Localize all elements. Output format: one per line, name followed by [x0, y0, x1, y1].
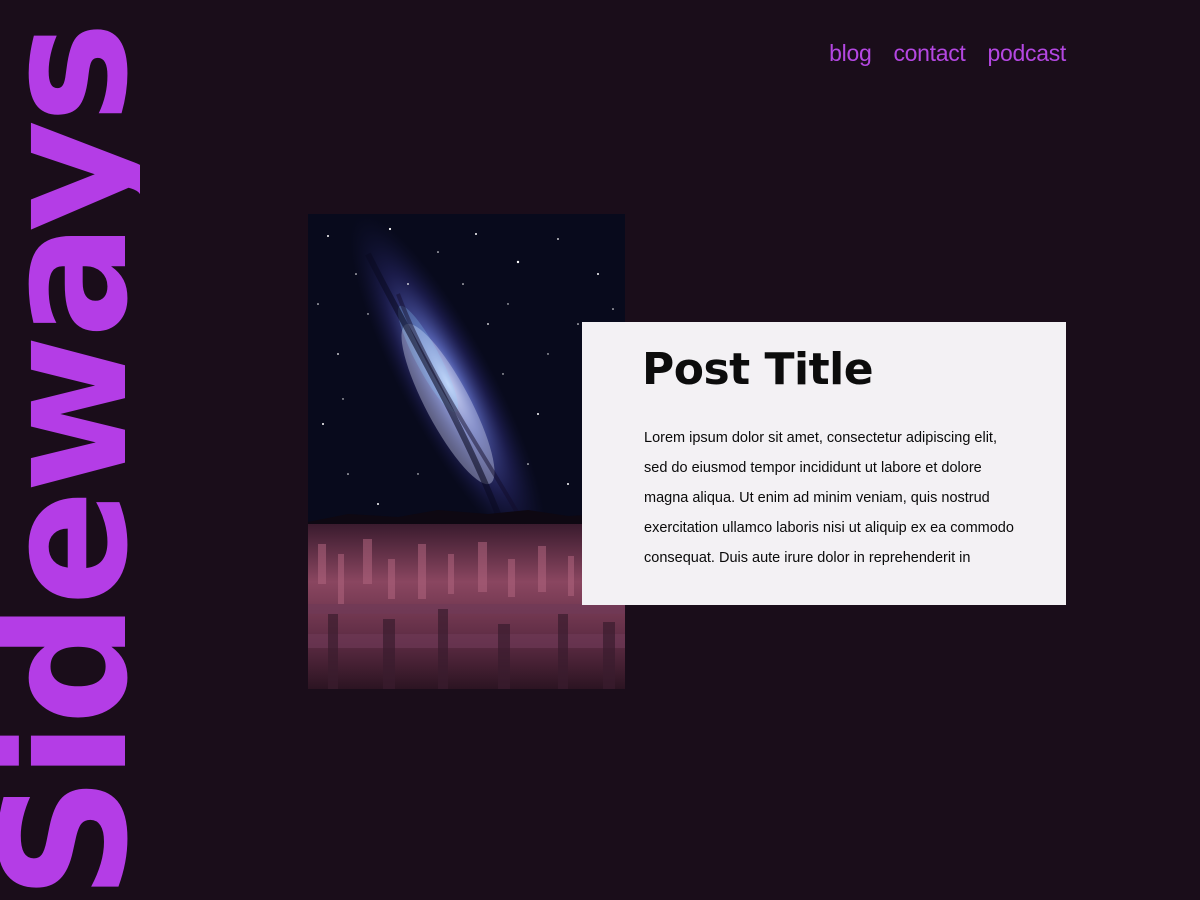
post-title[interactable]: Post Title [642, 344, 874, 396]
post-card: Post Title Lorem ipsum dolor sit amet, c… [582, 322, 1066, 605]
main-nav: blog contact podcast [829, 40, 1066, 67]
nav-link-contact[interactable]: contact [893, 40, 965, 67]
brand-name: Sideways [0, 25, 140, 900]
brand-wordmark[interactable]: Sideways [0, 0, 140, 900]
night-sky-canyon-image [308, 214, 625, 689]
post-excerpt: Lorem ipsum dolor sit amet, consectetur … [644, 430, 1014, 566]
nav-link-podcast[interactable]: podcast [988, 40, 1067, 67]
nav-link-blog[interactable]: blog [829, 40, 872, 67]
post-featured-image[interactable] [308, 214, 625, 689]
page: Sideways blog contact podcast Post Title… [0, 0, 1200, 900]
